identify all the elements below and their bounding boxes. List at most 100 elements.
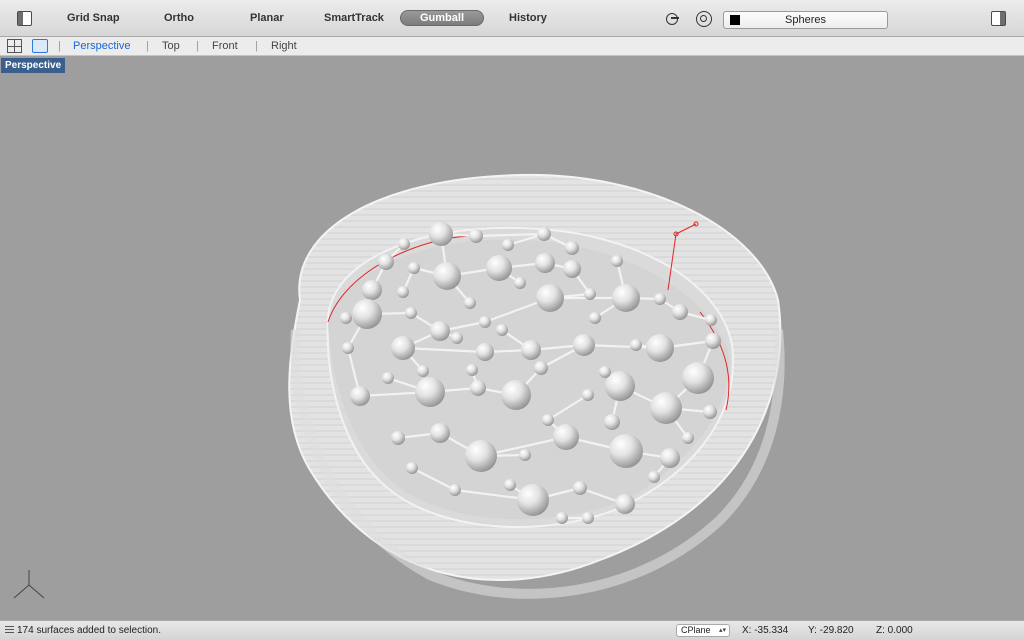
sphere-surface[interactable]	[682, 432, 694, 444]
model-scene[interactable]	[0, 57, 1024, 620]
sphere-surface[interactable]	[612, 284, 640, 312]
sphere-surface[interactable]	[502, 239, 514, 251]
sphere-surface[interactable]	[398, 238, 410, 250]
sphere-surface[interactable]	[408, 262, 420, 274]
sphere-surface[interactable]	[340, 312, 352, 324]
sphere-surface[interactable]	[449, 484, 461, 496]
sphere-surface[interactable]	[501, 380, 531, 410]
tab-right[interactable]: Right	[271, 40, 297, 52]
sphere-surface[interactable]	[599, 366, 611, 378]
sphere-surface[interactable]	[466, 364, 478, 376]
viewport-title[interactable]: Perspective	[1, 58, 66, 73]
grid-snap-button[interactable]: Grid Snap	[67, 12, 120, 24]
sphere-surface[interactable]	[405, 307, 417, 319]
sphere-surface[interactable]	[553, 424, 579, 450]
right-sidebar-toggle-icon[interactable]	[991, 11, 1006, 26]
cplane-label: CPlane	[681, 625, 711, 635]
sphere-surface[interactable]	[433, 262, 461, 290]
sphere-surface[interactable]	[705, 333, 721, 349]
smarttrack-button[interactable]: SmartTrack	[324, 12, 384, 24]
sphere-surface[interactable]	[646, 334, 674, 362]
sphere-surface[interactable]	[391, 336, 415, 360]
left-sidebar-toggle-icon[interactable]	[17, 11, 32, 26]
sphere-surface[interactable]	[534, 361, 548, 375]
sphere-surface[interactable]	[589, 312, 601, 324]
sphere-surface[interactable]	[451, 332, 463, 344]
sphere-surface[interactable]	[565, 241, 579, 255]
sphere-surface[interactable]	[350, 386, 370, 406]
tab-separator: |	[146, 40, 149, 52]
status-message: 174 surfaces added to selection.	[17, 625, 161, 636]
sphere-surface[interactable]	[537, 227, 551, 241]
sphere-surface[interactable]	[504, 479, 516, 491]
sphere-surface[interactable]	[573, 481, 587, 495]
sphere-surface[interactable]	[604, 414, 620, 430]
sphere-surface[interactable]	[584, 288, 596, 300]
sphere-surface[interactable]	[573, 334, 595, 356]
sphere-surface[interactable]	[536, 284, 564, 312]
sphere-surface[interactable]	[650, 392, 682, 424]
sphere-surface[interactable]	[582, 389, 594, 401]
history-button[interactable]: History	[509, 12, 547, 24]
sphere-surface[interactable]	[519, 449, 531, 461]
sphere-surface[interactable]	[476, 343, 494, 361]
sphere-surface[interactable]	[648, 471, 660, 483]
y-coordinate: Y: -29.820	[808, 625, 854, 636]
sphere-surface[interactable]	[342, 342, 354, 354]
sphere-surface[interactable]	[609, 434, 643, 468]
sphere-surface[interactable]	[514, 277, 526, 289]
sphere-surface[interactable]	[378, 254, 394, 270]
sphere-surface[interactable]	[470, 380, 486, 396]
tab-perspective[interactable]: Perspective	[73, 40, 130, 52]
sphere-surface[interactable]	[469, 229, 483, 243]
sphere-surface[interactable]	[391, 431, 405, 445]
sphere-surface[interactable]	[563, 260, 581, 278]
sphere-surface[interactable]	[496, 324, 508, 336]
sphere-surface[interactable]	[406, 462, 418, 474]
sphere-surface[interactable]	[362, 280, 382, 300]
single-viewport-icon[interactable]	[32, 39, 48, 53]
sphere-surface[interactable]	[352, 299, 382, 329]
sphere-surface[interactable]	[429, 222, 453, 246]
sphere-surface[interactable]	[415, 377, 445, 407]
sphere-surface[interactable]	[430, 321, 450, 341]
target-icon[interactable]	[696, 11, 712, 27]
tab-front[interactable]: Front	[212, 40, 238, 52]
sphere-surface[interactable]	[397, 286, 409, 298]
sphere-surface[interactable]	[521, 340, 541, 360]
ortho-button[interactable]: Ortho	[164, 12, 194, 24]
sphere-surface[interactable]	[417, 365, 429, 377]
perspective-viewport[interactable]: Perspective	[0, 57, 1024, 620]
sphere-surface[interactable]	[615, 494, 635, 514]
sphere-surface[interactable]	[630, 339, 642, 351]
sphere-surface[interactable]	[479, 316, 491, 328]
gumball-button[interactable]: Gumball	[400, 10, 485, 26]
sphere-surface[interactable]	[660, 448, 680, 468]
sphere-surface[interactable]	[535, 253, 555, 273]
sphere-surface[interactable]	[517, 484, 549, 516]
sphere-surface[interactable]	[703, 405, 717, 419]
sphere-surface[interactable]	[682, 362, 714, 394]
sphere-surface[interactable]	[465, 440, 497, 472]
sphere-surface[interactable]	[382, 372, 394, 384]
sphere-surface[interactable]	[464, 297, 476, 309]
world-axis-icon	[13, 570, 45, 599]
cplane-dropdown[interactable]: CPlane ▴▾	[676, 624, 730, 637]
osnap-icon[interactable]	[666, 13, 679, 25]
sphere-surface[interactable]	[430, 423, 450, 443]
sphere-surface[interactable]	[582, 512, 594, 524]
four-viewports-icon[interactable]	[7, 39, 22, 53]
planar-button[interactable]: Planar	[250, 12, 284, 24]
sphere-surface[interactable]	[611, 255, 623, 267]
tab-separator: |	[58, 40, 61, 52]
sphere-surface[interactable]	[654, 293, 666, 305]
viewport-tab-bar: | Perspective | Top | Front | Right	[0, 37, 1024, 56]
sphere-surface[interactable]	[486, 255, 512, 281]
sphere-surface[interactable]	[556, 512, 568, 524]
tab-top[interactable]: Top	[162, 40, 180, 52]
layer-selector[interactable]: Spheres	[723, 11, 888, 29]
sphere-surface[interactable]	[705, 314, 717, 326]
sphere-surface[interactable]	[672, 304, 688, 320]
command-history-icon[interactable]	[5, 626, 14, 634]
sphere-surface[interactable]	[542, 414, 554, 426]
